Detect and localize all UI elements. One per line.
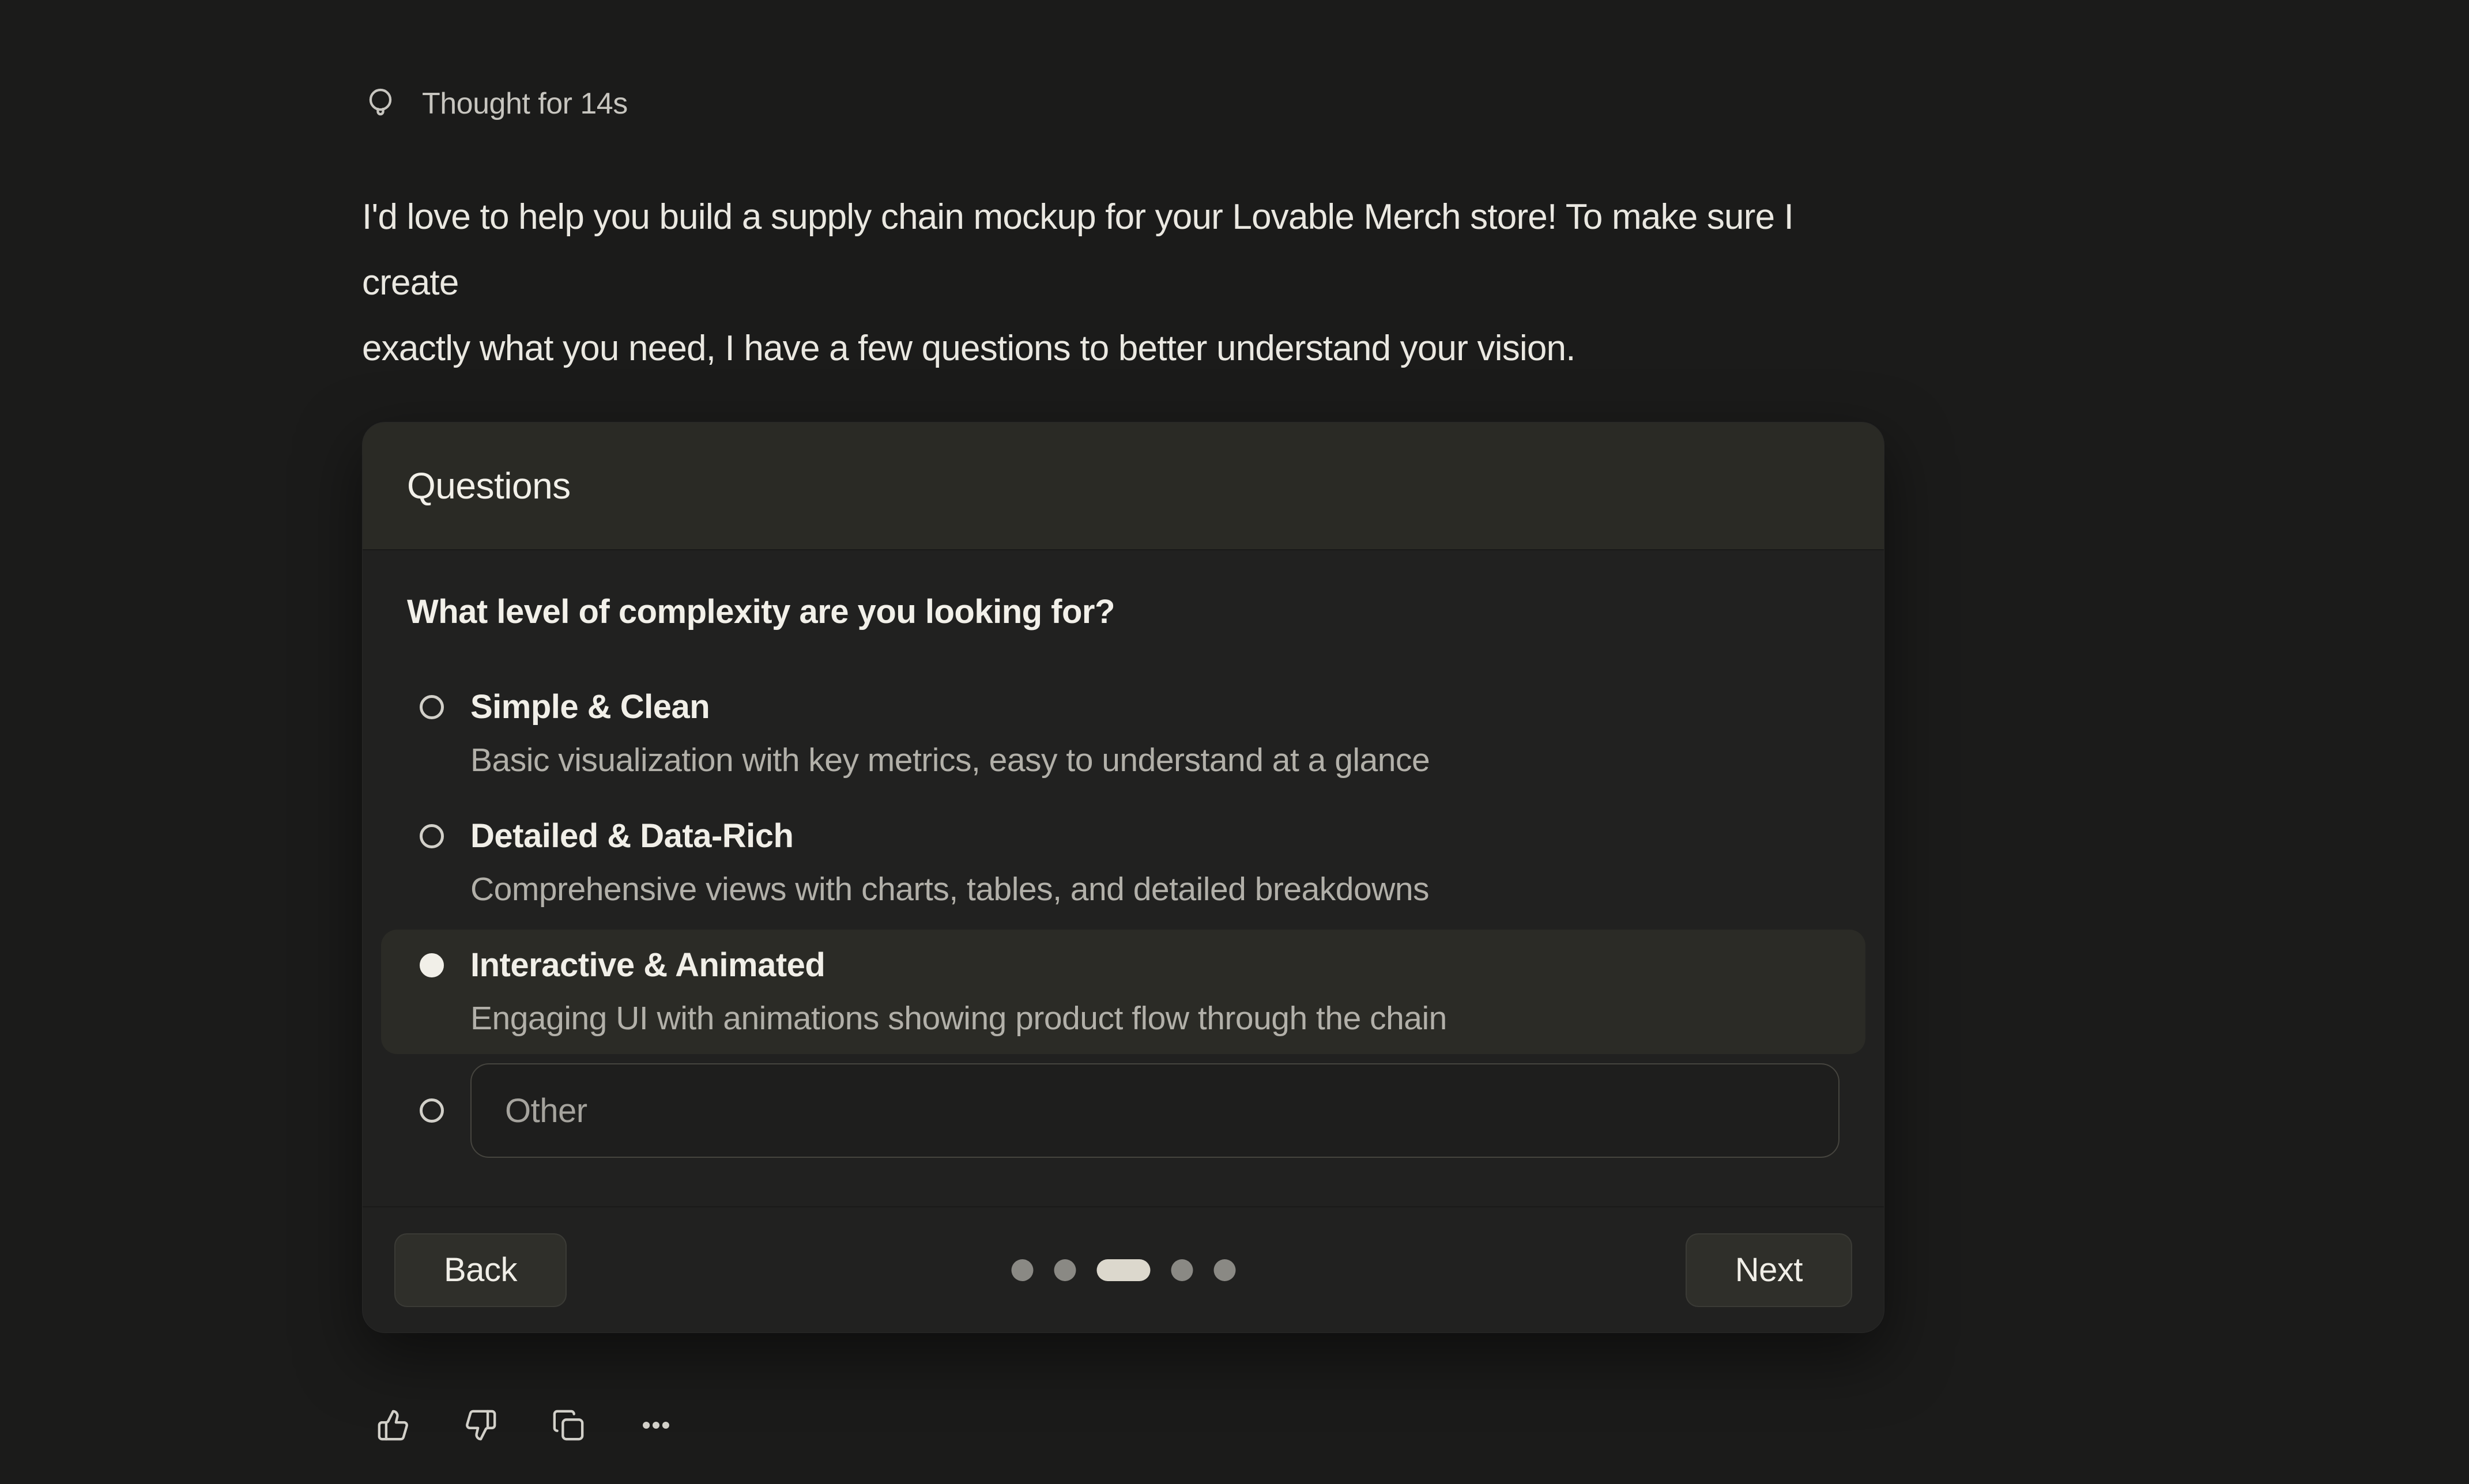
- thumbs-down-button[interactable]: [463, 1408, 498, 1443]
- copy-button[interactable]: [551, 1408, 586, 1443]
- option-description: Basic visualization with key metrics, ea…: [470, 734, 1430, 787]
- thought-indicator[interactable]: Thought for 14s: [362, 81, 1887, 127]
- progress-dot: [1171, 1259, 1193, 1281]
- questions-card-body: What level of complexity are you looking…: [363, 550, 1884, 1206]
- option-title: Simple & Clean: [470, 681, 1430, 734]
- more-options-button[interactable]: [639, 1408, 673, 1443]
- option-interactive-animated[interactable]: Interactive & Animated Engaging UI with …: [381, 930, 1865, 1054]
- next-button[interactable]: Next: [1686, 1233, 1852, 1307]
- thumbs-up-icon: [376, 1409, 410, 1442]
- radio-icon[interactable]: [420, 695, 444, 719]
- questions-card-header: Questions: [363, 422, 1884, 550]
- radio-icon[interactable]: [420, 1098, 444, 1123]
- progress-dot-active: [1096, 1259, 1150, 1281]
- question-text: What level of complexity are you looking…: [407, 592, 1840, 632]
- progress-dots: [1011, 1259, 1235, 1281]
- thought-label: Thought for 14s: [422, 86, 628, 121]
- questions-card-footer: Back Next: [363, 1206, 1884, 1332]
- message-actions: [362, 1408, 1887, 1443]
- copy-icon: [552, 1409, 585, 1442]
- chat-message-block: Thought for 14s I'd love to help you bui…: [362, 81, 1887, 1443]
- back-button[interactable]: Back: [394, 1233, 567, 1307]
- option-title: Detailed & Data-Rich: [470, 810, 1429, 863]
- progress-dot: [1054, 1259, 1076, 1281]
- thumbs-up-button[interactable]: [376, 1408, 410, 1443]
- option-title: Interactive & Animated: [470, 939, 1447, 992]
- other-option-input[interactable]: [470, 1063, 1840, 1158]
- lightbulb-icon: [362, 85, 399, 122]
- radio-icon[interactable]: [420, 824, 444, 848]
- radio-selected-icon[interactable]: [420, 953, 444, 977]
- option-other[interactable]: [381, 1059, 1865, 1162]
- option-description: Comprehensive views with charts, tables,…: [470, 863, 1429, 916]
- more-options-icon: [639, 1409, 673, 1442]
- progress-dot: [1213, 1259, 1235, 1281]
- options-list: Simple & Clean Basic visualization with …: [381, 671, 1865, 1162]
- card-title: Questions: [407, 465, 571, 507]
- message-line: I'd love to help you build a supply chai…: [362, 184, 1887, 316]
- progress-dot: [1011, 1259, 1033, 1281]
- option-detailed-data-rich[interactable]: Detailed & Data-Rich Comprehensive views…: [381, 800, 1865, 925]
- questions-card: Questions What level of complexity are y…: [362, 422, 1884, 1333]
- message-line: exactly what you need, I have a few ques…: [362, 316, 1887, 382]
- option-simple-clean[interactable]: Simple & Clean Basic visualization with …: [381, 671, 1865, 796]
- option-description: Engaging UI with animations showing prod…: [470, 992, 1447, 1045]
- thumbs-down-icon: [464, 1409, 497, 1442]
- assistant-message: I'd love to help you build a supply chai…: [362, 184, 1887, 382]
